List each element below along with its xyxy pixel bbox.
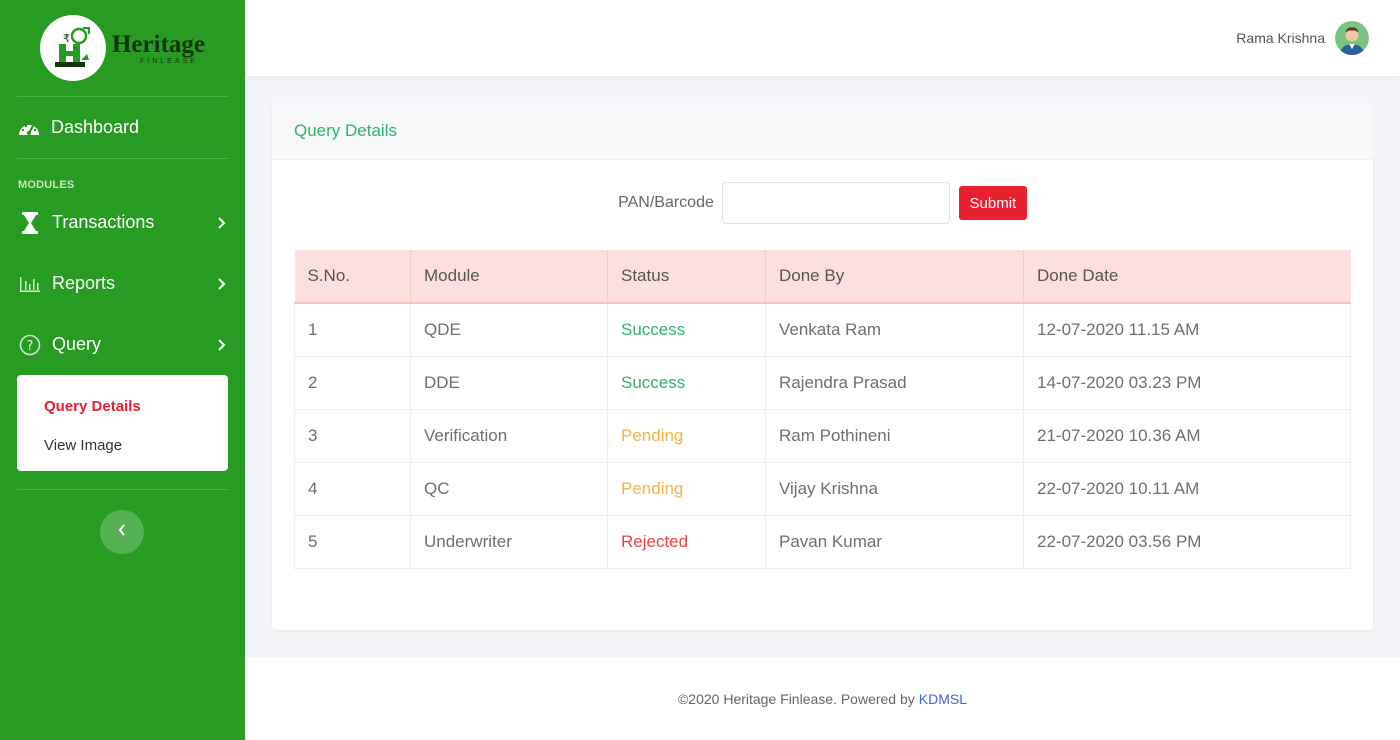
cell-sno: 1 — [294, 302, 411, 357]
query-submenu: Query Details View Image — [17, 375, 228, 471]
query-table: S.No. Module Status Done By Done Date 1 … — [294, 250, 1351, 569]
footer-link-kdmsl[interactable]: KDMSL — [919, 691, 967, 707]
cell-done-date: 12-07-2020 11.15 AM — [1023, 302, 1351, 357]
chevron-right-icon — [217, 338, 227, 351]
cell-sno: 5 — [294, 514, 411, 569]
chevron-right-icon — [217, 216, 227, 229]
submit-button[interactable]: Submit — [958, 186, 1027, 220]
status-badge: Pending — [607, 461, 766, 516]
table-row: 3 Verification Pending Ram Pothineni 21-… — [294, 408, 1351, 463]
cell-done-by: Vijay Krishna — [765, 461, 1024, 516]
sidebar: ₹ Heritage FINLEASE Dashboard MODULES Tr… — [0, 0, 245, 740]
column-header-sno[interactable]: S.No. — [294, 250, 411, 304]
hourglass-icon — [18, 211, 42, 235]
cell-done-by: Rajendra Prasad — [765, 355, 1024, 410]
cell-sno: 2 — [294, 355, 411, 410]
cell-module: QDE — [410, 302, 608, 357]
query-details-card: Query Details PAN/Barcode Submit S.No. M… — [272, 103, 1373, 630]
cell-done-by: Ram Pothineni — [765, 408, 1024, 463]
brand-sub: FINLEASE — [139, 57, 198, 65]
cell-done-date: 21-07-2020 10.36 AM — [1023, 408, 1351, 463]
logo-mark-icon: ₹ — [39, 15, 106, 81]
chevron-right-icon — [217, 277, 227, 290]
cell-sno: 4 — [294, 461, 411, 516]
cell-module: QC — [410, 461, 608, 516]
cell-done-date: 22-07-2020 03.56 PM — [1023, 514, 1351, 569]
sidebar-divider — [17, 489, 228, 490]
status-badge: Success — [607, 355, 766, 410]
cell-module: Underwriter — [410, 514, 608, 569]
cell-sno: 3 — [294, 408, 411, 463]
top-bar: Rama Krishna — [245, 0, 1400, 76]
table-row: 4 QC Pending Vijay Krishna 22-07-2020 10… — [294, 461, 1351, 516]
brand-logo[interactable]: ₹ Heritage FINLEASE — [17, 0, 228, 97]
question-circle-icon: ? — [18, 333, 42, 357]
cell-done-date: 14-07-2020 03.23 PM — [1023, 355, 1351, 410]
column-header-done-date[interactable]: Done Date — [1023, 250, 1351, 304]
page-title: Query Details — [294, 121, 397, 140]
column-header-module[interactable]: Module — [410, 250, 608, 304]
sidebar-item-label: Query — [52, 334, 102, 354]
footer-text: ©2020 Heritage Finlease. Powered by — [677, 690, 915, 707]
footer: ©2020 Heritage Finlease. Powered by KDMS… — [245, 657, 1400, 740]
submenu-item-view-image[interactable]: View Image — [44, 426, 228, 465]
search-form: PAN/Barcode Submit — [272, 182, 1373, 224]
pan-barcode-input[interactable] — [721, 182, 950, 224]
submenu-item-query-details[interactable]: Query Details — [44, 387, 228, 426]
svg-text:₹: ₹ — [63, 32, 70, 45]
collapse-sidebar-button[interactable] — [100, 510, 144, 554]
column-header-status[interactable]: Status — [607, 250, 766, 304]
status-badge: Success — [607, 302, 766, 357]
table-row: 1 QDE Success Venkata Ram 12-07-2020 11.… — [294, 302, 1351, 357]
column-header-done-by[interactable]: Done By — [765, 250, 1024, 304]
cell-done-date: 22-07-2020 10.11 AM — [1023, 461, 1351, 516]
user-menu[interactable]: Rama Krishna — [1236, 21, 1369, 55]
status-badge: Pending — [607, 408, 766, 463]
chevron-left-icon — [118, 523, 126, 541]
sidebar-item-label: Transactions — [52, 212, 155, 232]
cell-done-by: Pavan Kumar — [765, 514, 1024, 569]
svg-text:?: ? — [27, 339, 34, 354]
search-label: PAN/Barcode — [618, 194, 714, 211]
card-header: Query Details — [272, 103, 1373, 160]
status-badge: Rejected — [607, 514, 766, 569]
dashboard-gauge-icon — [17, 116, 41, 140]
modules-section-label: MODULES — [18, 179, 75, 191]
cell-module: DDE — [410, 355, 608, 410]
table-header-row: S.No. Module Status Done By Done Date — [294, 250, 1351, 304]
avatar[interactable] — [1335, 21, 1369, 55]
sidebar-item-dashboard[interactable]: Dashboard — [17, 97, 228, 159]
sidebar-item-transactions[interactable]: Transactions — [0, 192, 245, 253]
brand-name: Heritage — [111, 30, 205, 58]
sidebar-item-reports[interactable]: Reports — [0, 253, 245, 314]
sidebar-item-label: Reports — [52, 273, 116, 293]
table-row: 2 DDE Success Rajendra Prasad 14-07-2020… — [294, 355, 1351, 410]
bar-chart-icon — [18, 272, 42, 296]
table-row: 5 Underwriter Rejected Pavan Kumar 22-07… — [294, 514, 1351, 569]
cell-done-by: Venkata Ram — [765, 302, 1024, 357]
sidebar-item-query[interactable]: ? Query — [0, 314, 245, 375]
sidebar-item-label: Dashboard — [51, 117, 140, 137]
cell-module: Verification — [410, 408, 608, 463]
user-name: Rama Krishna — [1236, 30, 1325, 46]
